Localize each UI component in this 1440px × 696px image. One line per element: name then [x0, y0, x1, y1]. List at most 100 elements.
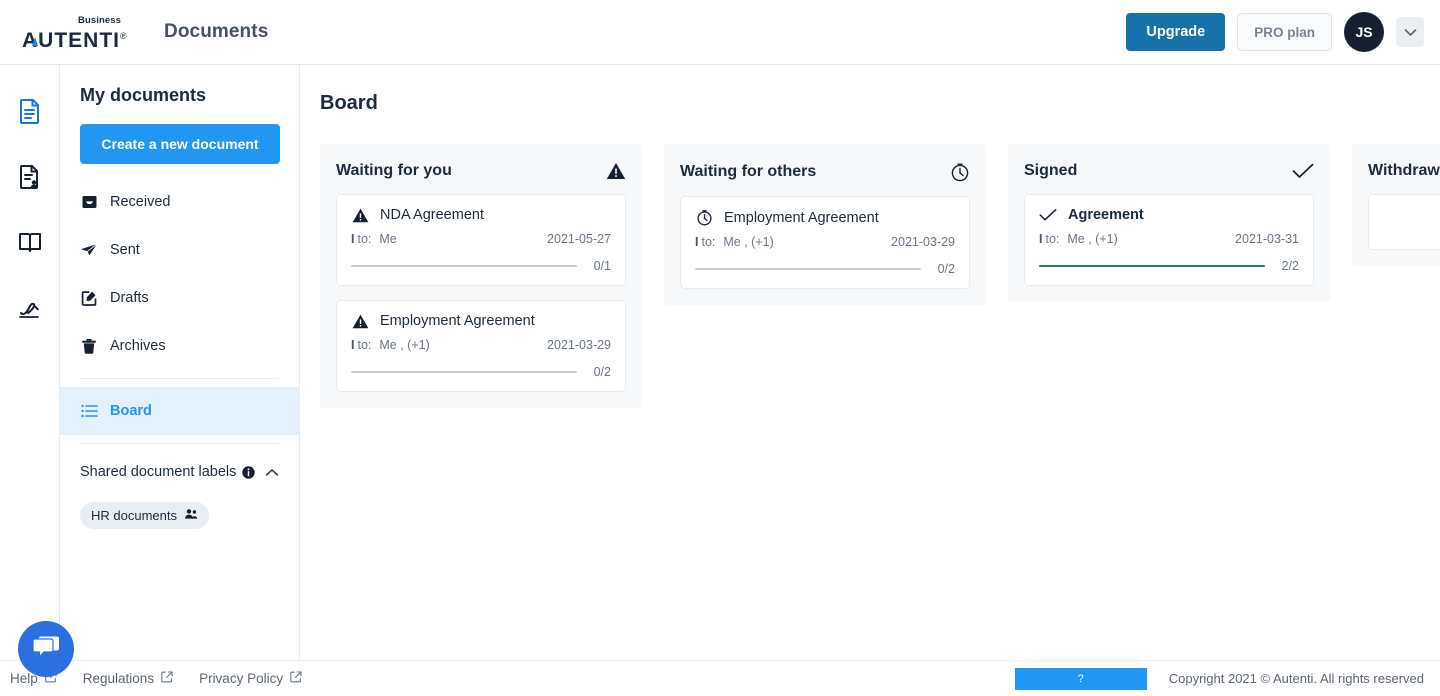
sidebar-item-label: Received — [110, 194, 171, 210]
column-header: Waiting for you — [336, 162, 626, 180]
check-icon — [1292, 163, 1314, 179]
sidebar-item-label: Drafts — [110, 290, 149, 306]
card-meta: I to: Me , (+1) 2021-03-29 — [695, 235, 955, 249]
sidebar-item-label: Archives — [110, 338, 166, 354]
rail-item-signature[interactable] — [10, 291, 50, 327]
footer-link-privacy-policy[interactable]: Privacy Policy — [199, 671, 302, 686]
label-chip-text: HR documents — [91, 508, 177, 523]
column-title: Signed — [1024, 162, 1078, 179]
page-title: Board — [320, 92, 378, 114]
create-document-button[interactable]: Create a new document — [80, 124, 280, 164]
card-recipients: Me , (+1) — [379, 338, 430, 352]
board-card[interactable]: Agreement I to: Me , (+1) 2021-03-31 2/2 — [1024, 194, 1314, 286]
card-date: 2021-03-29 — [891, 235, 955, 249]
rail-item-library[interactable] — [10, 225, 50, 261]
sidebar-title: My documents — [80, 85, 207, 105]
card-progress: 0/1 — [351, 259, 611, 273]
card-title: NDA Agreement — [380, 207, 484, 223]
progress-bar — [695, 268, 921, 270]
autenti-logo: Business AUTENTI® — [22, 15, 134, 52]
board-card[interactable]: Employment Agreement I to: Me , (+1) 202… — [336, 300, 626, 392]
footer-link-regulations[interactable]: Regulations — [83, 671, 173, 686]
column-header: Waiting for others — [680, 162, 970, 182]
progress-label: 2/2 — [1281, 259, 1299, 273]
sidebar: My documents Create a new document Recei… — [60, 65, 300, 696]
rail-item-documents[interactable] — [10, 93, 50, 129]
card-progress: 0/2 — [351, 365, 611, 379]
card-progress: 2/2 — [1039, 259, 1299, 273]
sidebar-divider-1 — [80, 378, 279, 379]
sidebar-item-sent[interactable]: Sent — [60, 226, 299, 274]
inbox-icon — [80, 194, 98, 210]
card-date: 2021-03-29 — [547, 338, 611, 352]
card-meta-to-label: to: — [357, 232, 372, 246]
progress-bar — [351, 371, 577, 373]
sidebar-item-archives[interactable]: Archives — [60, 322, 299, 370]
info-icon[interactable] — [242, 465, 256, 479]
book-icon — [18, 233, 41, 252]
progress-bar — [351, 265, 577, 267]
board-column-withdrawn: Withdrawn — [1352, 144, 1440, 266]
label-chip-hr-documents[interactable]: HR documents — [80, 502, 209, 529]
document-user-icon — [19, 165, 38, 189]
column-header: Withdrawn — [1368, 162, 1440, 180]
card-meta-to-label: to: — [357, 338, 372, 352]
progress-label: 0/2 — [937, 262, 955, 276]
help-question-button[interactable]: ? — [1014, 667, 1147, 690]
card-meta-to-label: to: — [1045, 232, 1060, 246]
board-card[interactable]: NDA Agreement I to: Me 2021-05-27 0/1 — [336, 194, 626, 286]
document-icon — [19, 99, 39, 124]
card-date: 2021-03-31 — [1235, 232, 1299, 246]
account-menu-button[interactable] — [1396, 17, 1424, 47]
footer-right: ? Copyright 2021 © Autenti. All rights r… — [1014, 667, 1440, 690]
stopwatch-icon — [695, 209, 713, 226]
external-link-icon — [161, 671, 173, 686]
card-header: NDA Agreement — [351, 207, 611, 223]
card-meta: I to: Me , (+1) 2021-03-29 — [351, 338, 611, 352]
board-column-waiting-for-you: Waiting for you NDA Agreement I to: Me 2… — [320, 144, 642, 408]
footer: Help Regulations Privacy Policy ? Copyri… — [0, 660, 1440, 696]
people-icon — [184, 508, 198, 523]
app-root: Business AUTENTI® Documents Upgrade PRO … — [0, 0, 1440, 696]
sidebar-item-label: Board — [110, 403, 152, 419]
avatar[interactable]: JS — [1344, 12, 1384, 52]
card-recipients: Me , (+1) — [723, 235, 774, 249]
chat-widget-button[interactable] — [18, 621, 74, 677]
column-title: Waiting for others — [680, 163, 817, 180]
top-bar-actions: Upgrade PRO plan JS — [1126, 12, 1440, 52]
shared-labels-header[interactable]: Shared document labels — [60, 452, 299, 492]
sidebar-divider-2 — [80, 443, 279, 444]
card-title: Employment Agreement — [724, 209, 879, 226]
sidebar-item-drafts[interactable]: Drafts — [60, 274, 299, 322]
rail-item-shared-documents[interactable] — [10, 159, 50, 195]
progress-label: 0/2 — [593, 365, 611, 379]
board-card-placeholder[interactable] — [1368, 194, 1440, 250]
card-header: Agreement — [1039, 207, 1299, 223]
card-title: Agreement — [1068, 207, 1144, 223]
board-column-waiting-for-others: Waiting for others Employment Agreement … — [664, 144, 986, 305]
board-column-signed: Signed Agreement I to: Me , (+1) 2021-03… — [1008, 144, 1330, 302]
chevron-down-icon — [1404, 28, 1416, 36]
card-meta-to-label: to: — [701, 235, 716, 249]
chevron-up-icon[interactable] — [265, 468, 279, 477]
upgrade-button[interactable]: Upgrade — [1126, 13, 1226, 51]
board-card[interactable]: Employment Agreement I to: Me , (+1) 202… — [680, 196, 970, 289]
footer-link-label: Regulations — [82, 671, 155, 686]
list-icon — [80, 404, 98, 418]
sidebar-item-received[interactable]: Received — [60, 178, 299, 226]
card-title: Employment Agreement — [380, 313, 535, 329]
footer-link-label: Privacy Policy — [199, 671, 284, 686]
pro-plan-button[interactable]: PRO plan — [1237, 13, 1332, 51]
warning-triangle-icon — [351, 314, 369, 329]
card-header: Employment Agreement — [695, 209, 955, 226]
column-title: Waiting for you — [336, 162, 452, 179]
card-meta: I to: Me 2021-05-27 — [351, 232, 611, 246]
logo-wordmark: AUTENTI® — [22, 25, 128, 52]
brand[interactable]: Business AUTENTI® Documents — [0, 15, 268, 52]
external-link-icon — [290, 671, 302, 686]
icon-rail — [0, 65, 60, 696]
signature-pen-icon — [18, 302, 39, 318]
card-header: Employment Agreement — [351, 313, 611, 329]
card-recipients: Me — [379, 232, 397, 246]
sidebar-item-board[interactable]: Board — [60, 387, 299, 435]
